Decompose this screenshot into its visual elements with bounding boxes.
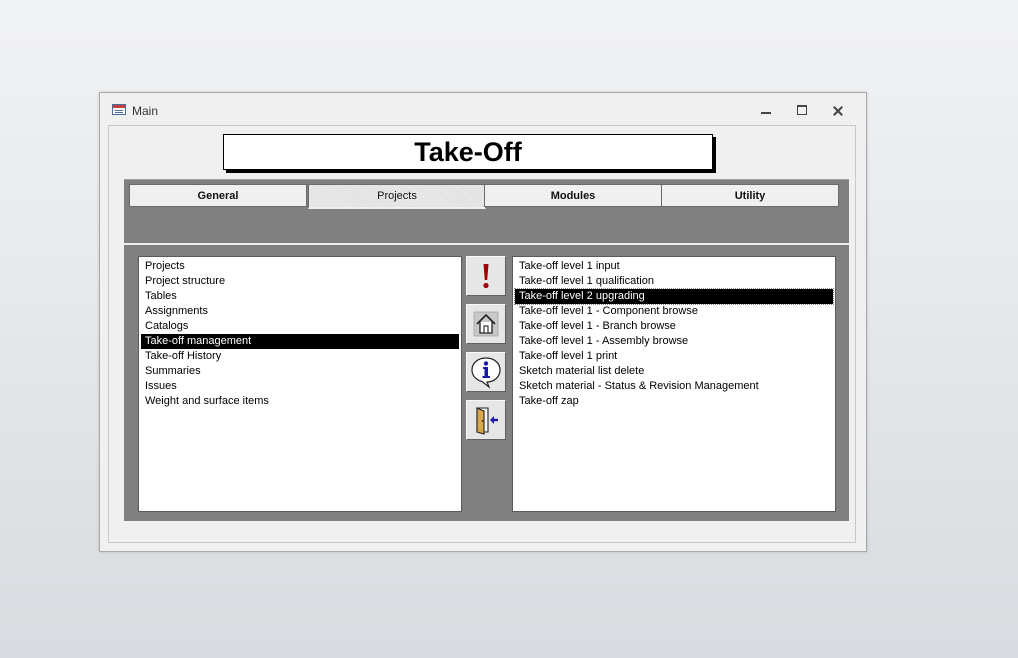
restore-button[interactable] [791, 101, 813, 119]
category-list[interactable]: Projects Project structure Tables Assign… [138, 256, 462, 512]
list-item-selected[interactable]: Take-off level 2 upgrading [514, 288, 834, 305]
list-item[interactable]: Take-off level 1 - Branch browse [515, 319, 833, 334]
function-list[interactable]: Take-off level 1 input Take-off level 1 … [512, 256, 836, 512]
tab-general[interactable]: General [129, 184, 307, 207]
list-item[interactable]: Take-off zap [515, 394, 833, 409]
list-item[interactable]: Issues [141, 379, 459, 394]
list-item[interactable]: Summaries [141, 364, 459, 379]
list-item[interactable]: Tables [141, 289, 459, 304]
list-item[interactable]: Weight and surface items [141, 394, 459, 409]
list-item[interactable]: Projects [141, 259, 459, 274]
form-icon [112, 104, 126, 115]
list-item-selected[interactable]: Take-off management [141, 334, 459, 349]
list-item[interactable]: Catalogs [141, 319, 459, 334]
exclamation-icon [483, 264, 489, 289]
list-item[interactable]: Assignments [141, 304, 459, 319]
title-bar[interactable]: Main [100, 93, 866, 125]
tab-utility[interactable]: Utility [661, 184, 839, 207]
tab-modules[interactable]: Modules [484, 184, 662, 207]
list-item[interactable]: Take-off level 1 print [515, 349, 833, 364]
projects-panel: Projects Project structure Tables Assign… [124, 244, 849, 521]
info-icon [471, 357, 501, 389]
list-item[interactable]: Take-off level 1 - Component browse [515, 304, 833, 319]
run-button[interactable] [466, 256, 506, 296]
tab-projects[interactable]: Projects [308, 184, 486, 209]
info-button[interactable] [466, 352, 506, 392]
window-title: Main [132, 104, 159, 118]
tab-strip: General Projects Modules Utility [124, 179, 849, 243]
main-window: Main Take-Off General Projects Modules U… [99, 92, 867, 552]
home-button[interactable] [466, 304, 506, 344]
exit-door-icon [476, 407, 498, 435]
list-item[interactable]: Sketch material - Status & Revision Mana… [515, 379, 833, 394]
list-item[interactable]: Take-off level 1 - Assembly browse [515, 334, 833, 349]
form-client-area: Take-Off General Projects Modules Utilit… [108, 125, 856, 543]
list-item[interactable]: Take-off History [141, 349, 459, 364]
list-item[interactable]: Sketch material list delete [515, 364, 833, 379]
list-item[interactable]: Project structure [141, 274, 459, 289]
minimize-button[interactable] [755, 101, 777, 119]
home-icon [473, 311, 499, 337]
page-title: Take-Off [223, 134, 713, 170]
exit-button[interactable] [466, 400, 506, 440]
list-item[interactable]: Take-off level 1 input [515, 259, 833, 274]
list-item[interactable]: Take-off level 1 qualification [515, 274, 833, 289]
close-button[interactable] [827, 101, 849, 119]
